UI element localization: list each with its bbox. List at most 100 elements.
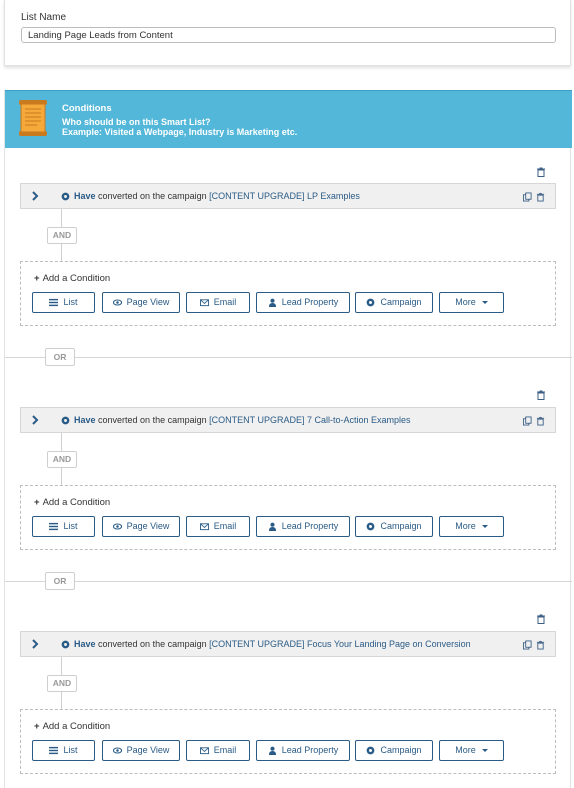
copy-icon[interactable] xyxy=(523,416,532,426)
trash-icon[interactable] xyxy=(536,192,545,202)
or-divider xyxy=(5,357,572,358)
or-divider xyxy=(5,581,572,582)
filter-text: Have converted on the campaign [CONTENT … xyxy=(74,191,360,201)
plus-icon: + xyxy=(34,497,40,508)
lead-property-button-label: Lead Property xyxy=(281,745,339,755)
gear-icon xyxy=(367,522,375,531)
email-button[interactable]: Email xyxy=(186,740,250,761)
list-button[interactable]: List xyxy=(32,292,95,313)
lead-property-button-label: Lead Property xyxy=(281,521,339,531)
eye-icon xyxy=(112,747,122,754)
add-condition-box: + Add a Condition List Page View Email Le… xyxy=(20,261,556,326)
filter-campaign[interactable]: [CONTENT UPGRADE] Focus Your Landing Pag… xyxy=(209,639,470,649)
copy-icon[interactable] xyxy=(523,640,532,650)
person-icon xyxy=(268,522,276,532)
person-icon xyxy=(268,746,276,756)
page-view-button[interactable]: Page View xyxy=(102,292,180,313)
scroll-icon xyxy=(19,100,47,136)
conditions-question: Who should be on this Smart List? xyxy=(62,117,211,127)
add-condition-box: + Add a Condition List Page View Email Le… xyxy=(20,485,556,550)
email-button-label: Email xyxy=(213,297,237,307)
more-button[interactable]: More xyxy=(439,292,504,313)
email-button[interactable]: Email xyxy=(186,292,250,313)
eye-icon xyxy=(112,523,122,530)
filter-verb: Have xyxy=(74,639,96,649)
gear-icon xyxy=(367,746,375,755)
list-button-label: List xyxy=(63,521,78,531)
gear-icon xyxy=(61,192,70,201)
gear-icon xyxy=(61,640,70,649)
filter-text: Have converted on the campaign [CONTENT … xyxy=(74,639,471,649)
smart-list-panel: Conditions Who should be on this Smart L… xyxy=(4,90,572,788)
trash-icon[interactable] xyxy=(536,416,545,426)
list-icon xyxy=(49,299,59,307)
more-button-label: More xyxy=(455,297,476,307)
caret-down-icon xyxy=(481,301,488,305)
trash-icon[interactable] xyxy=(536,167,546,177)
list-button-label: List xyxy=(63,745,78,755)
filter-row: Have converted on the campaign [CONTENT … xyxy=(20,631,556,657)
filter-row: Have converted on the campaign [CONTENT … xyxy=(20,183,556,209)
campaign-button[interactable]: Campaign xyxy=(355,292,433,313)
page-view-button-label: Page View xyxy=(126,745,170,755)
lead-property-button[interactable]: Lead Property xyxy=(256,516,350,537)
caret-down-icon xyxy=(481,525,488,529)
add-condition-label[interactable]: + Add a Condition xyxy=(34,721,110,732)
envelope-icon xyxy=(199,747,209,755)
eye-icon xyxy=(112,299,122,306)
list-button-label: List xyxy=(63,297,78,307)
more-button[interactable]: More xyxy=(439,740,504,761)
filter-campaign[interactable]: [CONTENT UPGRADE] 7 Call-to-Action Examp… xyxy=(209,415,410,425)
add-condition-box: + Add a Condition List Page View Email Le… xyxy=(20,709,556,774)
add-condition-label[interactable]: + Add a Condition xyxy=(34,497,110,508)
filter-verb: Have xyxy=(74,415,96,425)
and-label: AND xyxy=(47,675,77,692)
page-view-button[interactable]: Page View xyxy=(102,516,180,537)
campaign-button-label: Campaign xyxy=(380,521,422,531)
more-button-label: More xyxy=(455,745,476,755)
page-view-button[interactable]: Page View xyxy=(102,740,180,761)
trash-icon[interactable] xyxy=(536,614,546,624)
add-condition-text: Add a Condition xyxy=(42,497,111,508)
email-button[interactable]: Email xyxy=(186,516,250,537)
list-name-label: List Name xyxy=(21,12,67,23)
filter-text: Have converted on the campaign [CONTENT … xyxy=(74,415,411,425)
lead-property-button[interactable]: Lead Property xyxy=(256,740,350,761)
campaign-button[interactable]: Campaign xyxy=(355,516,433,537)
add-condition-label[interactable]: + Add a Condition xyxy=(34,273,110,284)
add-condition-text: Add a Condition xyxy=(42,273,111,284)
or-label: OR xyxy=(45,348,75,366)
chevron-right-icon[interactable] xyxy=(30,190,40,202)
plus-icon: + xyxy=(34,721,40,732)
list-name-input[interactable] xyxy=(21,27,556,43)
conditions-title: Conditions xyxy=(62,103,112,114)
conditions-header: Conditions Who should be on this Smart L… xyxy=(5,90,572,148)
caret-down-icon xyxy=(481,749,488,753)
page-view-button-label: Page View xyxy=(126,297,170,307)
filter-campaign[interactable]: [CONTENT UPGRADE] LP Examples xyxy=(209,191,360,201)
list-button[interactable]: List xyxy=(32,740,95,761)
filter-description: converted on the campaign xyxy=(98,415,207,425)
envelope-icon xyxy=(199,299,209,307)
gear-icon xyxy=(367,298,375,307)
filter-verb: Have xyxy=(74,191,96,201)
and-label: AND xyxy=(47,227,77,244)
more-button[interactable]: More xyxy=(439,516,504,537)
chevron-right-icon[interactable] xyxy=(30,414,40,426)
lead-property-button[interactable]: Lead Property xyxy=(256,292,350,313)
filter-description: converted on the campaign xyxy=(98,639,207,649)
person-icon xyxy=(268,298,276,308)
more-button-label: More xyxy=(455,521,476,531)
trash-icon[interactable] xyxy=(536,640,545,650)
chevron-right-icon[interactable] xyxy=(30,638,40,650)
trash-icon[interactable] xyxy=(536,390,546,400)
list-icon xyxy=(49,747,59,755)
lead-property-button-label: Lead Property xyxy=(281,297,339,307)
and-label: AND xyxy=(47,451,77,468)
campaign-button[interactable]: Campaign xyxy=(355,740,433,761)
page-view-button-label: Page View xyxy=(126,521,170,531)
list-icon xyxy=(49,523,59,531)
campaign-button-label: Campaign xyxy=(380,745,422,755)
list-button[interactable]: List xyxy=(32,516,95,537)
copy-icon[interactable] xyxy=(523,192,532,202)
